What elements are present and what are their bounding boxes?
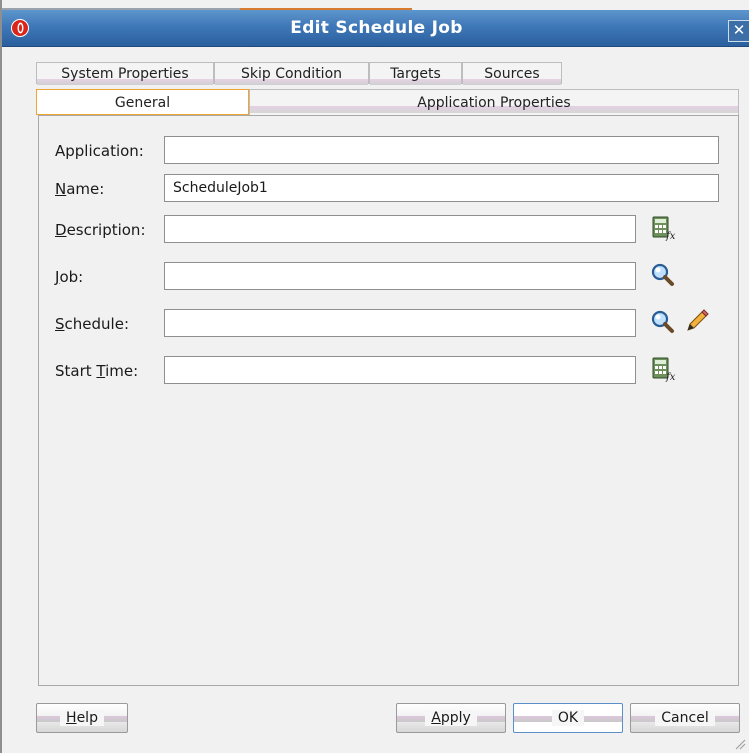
- name-label: Name:: [55, 180, 104, 198]
- description-label-mnemonic: D: [55, 221, 67, 239]
- description-label-rest: escription:: [66, 221, 146, 239]
- name-field[interactable]: [164, 174, 719, 202]
- close-icon: ✕: [732, 21, 746, 39]
- tab-targets[interactable]: Targets: [369, 62, 462, 85]
- help-button-label: Help: [60, 710, 104, 726]
- schedule-label: Schedule:: [55, 315, 129, 333]
- name-label-mnemonic: N: [55, 180, 67, 198]
- schedule-label-mnemonic: S: [55, 315, 65, 333]
- help-rest: elp: [76, 710, 98, 726]
- help-mnemonic: H: [66, 710, 77, 726]
- expression-builder-icon[interactable]: fx: [650, 356, 676, 382]
- tab-label: Sources: [484, 66, 540, 82]
- job-label: Job:: [55, 268, 83, 286]
- tab-label: General: [114, 95, 171, 111]
- ok-button-label: OK: [551, 710, 585, 726]
- tab-general[interactable]: General: [36, 89, 249, 115]
- tab-label: System Properties: [61, 66, 189, 82]
- tab-label: Targets: [390, 66, 441, 82]
- job-field[interactable]: [164, 262, 636, 290]
- svg-text:fx: fx: [665, 372, 676, 382]
- tab-sources[interactable]: Sources: [462, 62, 562, 85]
- cancel-button-label: Cancel: [655, 710, 715, 726]
- tab-system-properties[interactable]: System Properties: [36, 62, 214, 85]
- search-icon[interactable]: [650, 309, 676, 335]
- tab-application-properties[interactable]: Application Properties: [249, 89, 739, 115]
- apply-rest: pply: [440, 710, 471, 726]
- application-label: Application:: [55, 142, 144, 160]
- schedule-label-rest: chedule:: [64, 315, 129, 333]
- description-field[interactable]: [164, 215, 636, 243]
- search-icon[interactable]: [650, 262, 676, 288]
- start-time-label: Start Time:: [55, 362, 138, 380]
- title-bar[interactable]: Edit Schedule Job ✕: [2, 10, 749, 47]
- schedule-field[interactable]: [164, 309, 636, 337]
- resize-grip-icon[interactable]: [734, 738, 746, 750]
- apply-mnemonic: A: [431, 710, 441, 726]
- start-time-label-prefix: Start: [55, 362, 97, 380]
- start-time-label-mnemonic: T: [96, 362, 106, 380]
- tab-label: Skip Condition: [240, 66, 343, 82]
- apply-button-label: Apply: [425, 710, 477, 726]
- close-button[interactable]: ✕: [728, 20, 749, 42]
- expression-builder-icon[interactable]: fx: [650, 215, 676, 241]
- job-label-rest: ob:: [59, 268, 84, 286]
- help-button[interactable]: Help: [36, 703, 128, 733]
- start-time-field[interactable]: [164, 356, 636, 384]
- edit-pencil-icon[interactable]: [684, 308, 710, 334]
- edit-schedule-job-dialog: Edit Schedule Job ✕ System Properties Sk…: [0, 0, 749, 753]
- cancel-button[interactable]: Cancel: [630, 703, 740, 733]
- ok-button[interactable]: OK: [513, 703, 623, 733]
- start-time-label-rest: ime:: [105, 362, 139, 380]
- svg-text:fx: fx: [665, 231, 676, 241]
- dialog-title: Edit Schedule Job: [290, 18, 463, 38]
- application-field[interactable]: [164, 136, 719, 164]
- tab-label: Application Properties: [417, 95, 571, 111]
- tab-skip-condition[interactable]: Skip Condition: [214, 62, 369, 85]
- apply-button[interactable]: Apply: [396, 703, 506, 733]
- description-label: Description:: [55, 221, 146, 239]
- name-label-rest: ame:: [66, 180, 105, 198]
